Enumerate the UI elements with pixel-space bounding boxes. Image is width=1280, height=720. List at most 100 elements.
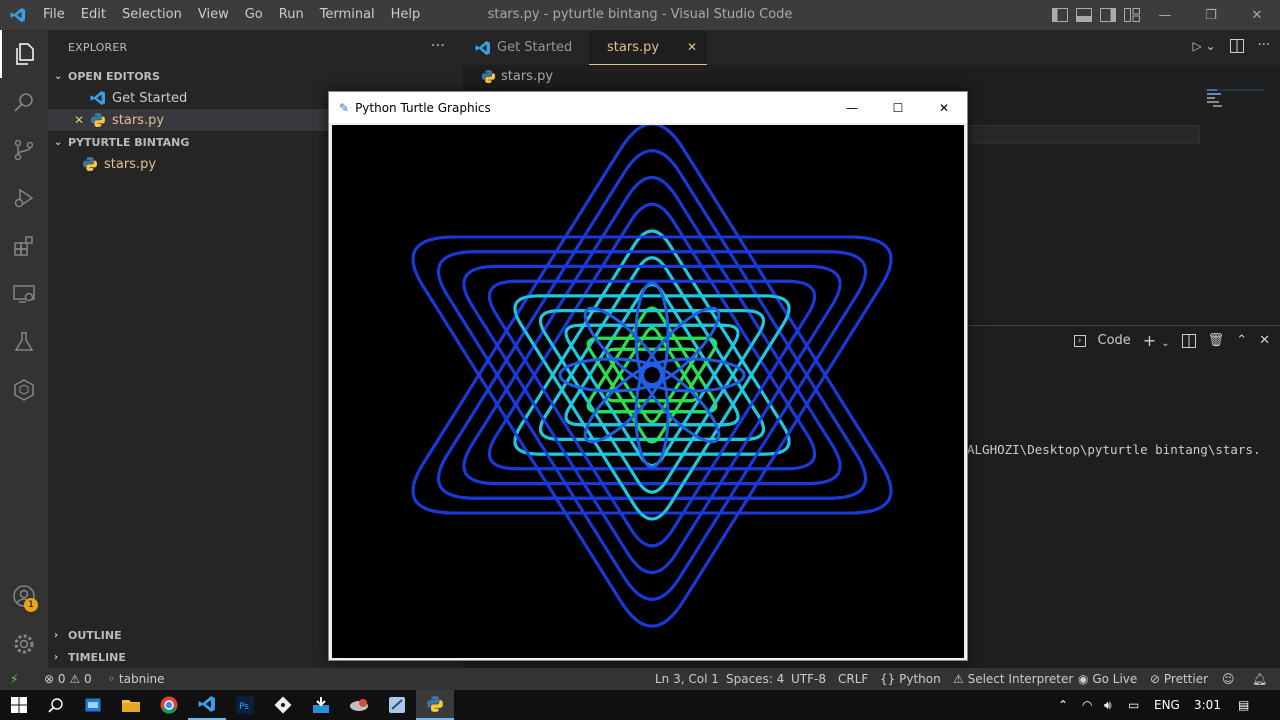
toggle-panel-icon[interactable] (1076, 8, 1092, 22)
indentation[interactable]: Spaces: 4 (726, 668, 784, 690)
customize-layout-icon[interactable] (1124, 8, 1140, 22)
split-terminal-icon[interactable] (1181, 333, 1196, 348)
open-editors-label: OPEN EDITORS (68, 69, 160, 83)
source-control-icon[interactable] (0, 126, 48, 174)
go-live-button[interactable]: ◉ Go Live (1078, 668, 1137, 690)
encoding[interactable]: UTF-8 (791, 668, 826, 690)
new-terminal-icon[interactable]: + ⌄ (1143, 331, 1170, 350)
xampp-icon[interactable] (378, 690, 416, 720)
bell-icon[interactable]: 🔔︎ (1252, 668, 1267, 690)
menu-help[interactable]: Help (383, 0, 429, 30)
vscode-icon (475, 40, 490, 55)
battery-icon[interactable]: ▭ (1128, 690, 1139, 720)
notification-badge: 1 (24, 598, 38, 612)
timeline-label: TIMELINE (68, 650, 126, 664)
minimap[interactable] (1205, 87, 1265, 117)
menu-go[interactable]: Go (237, 0, 271, 30)
breadcrumb-file[interactable]: stars.py (501, 69, 553, 84)
menu-selection[interactable]: Selection (114, 0, 190, 30)
windows-start-icon[interactable] (0, 690, 38, 720)
restore-icon[interactable]: ❐ (1188, 0, 1234, 30)
gear-icon[interactable] (0, 620, 48, 668)
more-actions-icon[interactable]: ··· (1258, 38, 1270, 53)
python-taskbar-icon[interactable] (416, 690, 454, 720)
run-python-icon[interactable]: ▷ ⌄ (1192, 39, 1215, 53)
toggle-sidebar-icon[interactable] (1052, 8, 1068, 22)
docker-icon[interactable] (0, 366, 48, 414)
tab-get-started[interactable]: Get Started (463, 30, 584, 65)
turtle-canvas (332, 125, 964, 658)
maximize-panel-icon[interactable]: ⌃ (1236, 333, 1247, 348)
more-actions-icon[interactable]: ··· (431, 38, 445, 54)
close-panel-icon[interactable]: ✕ (1259, 333, 1270, 348)
star-outline (462, 264, 842, 574)
prettier-status[interactable]: ⊘ Prettier (1150, 668, 1208, 690)
volume-icon[interactable]: 🔊︎ (1104, 690, 1112, 720)
end-of-line[interactable]: CRLF (838, 668, 868, 690)
testing-icon[interactable] (0, 318, 48, 366)
status-bar: ⚡ ⊗ 0 ⚠ 0 ◦ tabnine Ln 3, Col 1 Spaces: … (0, 668, 1280, 690)
tab-stars-py[interactable]: stars.py ✕ (589, 30, 707, 65)
feedback-icon[interactable]: ☺ (1222, 668, 1235, 690)
account-icon[interactable]: 1 (0, 572, 48, 620)
task-view-icon[interactable] (74, 690, 112, 720)
prettier-icon: ⊘ (1150, 672, 1161, 686)
menu-file[interactable]: File (35, 0, 73, 30)
close-icon[interactable]: ✕ (1234, 0, 1280, 30)
run-debug-icon[interactable] (0, 174, 48, 222)
star-outline (462, 176, 842, 486)
minimize-icon[interactable]: — (1142, 0, 1188, 30)
menu-terminal[interactable]: Terminal (312, 0, 383, 30)
tab-label: stars.py (607, 39, 660, 55)
notifications-icon[interactable]: ▤ (1238, 690, 1249, 720)
interpreter-label: Select Interpreter (967, 672, 1074, 686)
explorer-icon[interactable] (0, 30, 48, 78)
maximize-icon[interactable]: ☐ (875, 92, 921, 123)
cursor-position[interactable]: Ln 3, Col 1 (655, 668, 719, 690)
extensions-icon[interactable] (0, 222, 48, 270)
interpreter-selector[interactable]: ⚠ Select Interpreter (953, 668, 1073, 690)
close-tab-icon[interactable]: ✕ (687, 40, 697, 54)
open-editors-section[interactable]: ⌄ OPEN EDITORS (48, 65, 463, 87)
feather-icon: ✎ (339, 100, 350, 115)
vscode-logo-icon (0, 0, 35, 30)
split-editor-icon[interactable] (1229, 38, 1244, 53)
close-editor-icon[interactable]: ✕ (74, 113, 90, 127)
installer-icon[interactable] (302, 690, 340, 720)
windows-taskbar: Ps ⌃ ◠ 🔊︎ ▭ ENG 3:01 ▤ (0, 690, 1280, 720)
chrome-icon[interactable] (150, 690, 188, 720)
trash-icon[interactable]: 🗑 (1208, 333, 1225, 348)
explorer-header: EXPLORER ··· (48, 30, 463, 65)
chevron-down-icon: ⌄ (54, 70, 63, 82)
clock[interactable]: 3:01 (1194, 690, 1221, 720)
wifi-icon[interactable]: ◠ (1082, 690, 1092, 720)
terminal-shell-label[interactable]: Code (1098, 333, 1131, 348)
menu-view[interactable]: View (190, 0, 237, 30)
remote-explorer-icon[interactable] (0, 270, 48, 318)
folder-label: PYTURTLE BINTANG (68, 135, 190, 149)
language-mode[interactable]: {} Python (880, 668, 941, 690)
file-explorer-icon[interactable] (112, 690, 150, 720)
input-language[interactable]: ENG (1154, 690, 1180, 720)
braces-icon: {} (880, 672, 896, 686)
tabnine-status[interactable]: ◦ tabnine (108, 668, 165, 690)
turtle-graphics-window[interactable]: ✎ Python Turtle Graphics — ☐ ✕ (328, 91, 968, 661)
tray-overflow-icon[interactable]: ⌃ (1058, 690, 1068, 720)
git-icon[interactable] (264, 690, 302, 720)
toggle-secondary-sidebar-icon[interactable] (1100, 8, 1116, 22)
close-icon[interactable]: ✕ (921, 92, 967, 123)
problems-indicator[interactable]: ⊗ 0 ⚠ 0 (44, 668, 92, 690)
minimize-icon[interactable]: — (829, 92, 875, 123)
vpn-app-icon[interactable] (340, 690, 378, 720)
vscode-taskbar-icon[interactable] (188, 690, 226, 720)
python-icon (481, 69, 496, 83)
menu-edit[interactable]: Edit (73, 0, 114, 30)
star-drawing (411, 125, 893, 628)
error-count: 0 (57, 672, 66, 686)
file-label: stars.py (104, 156, 157, 172)
menu-run[interactable]: Run (271, 0, 312, 30)
remote-indicator[interactable]: ⚡ (10, 668, 18, 690)
search-icon[interactable] (0, 78, 48, 126)
taskbar-search-icon[interactable] (37, 690, 75, 720)
photoshop-icon[interactable]: Ps (226, 690, 264, 720)
